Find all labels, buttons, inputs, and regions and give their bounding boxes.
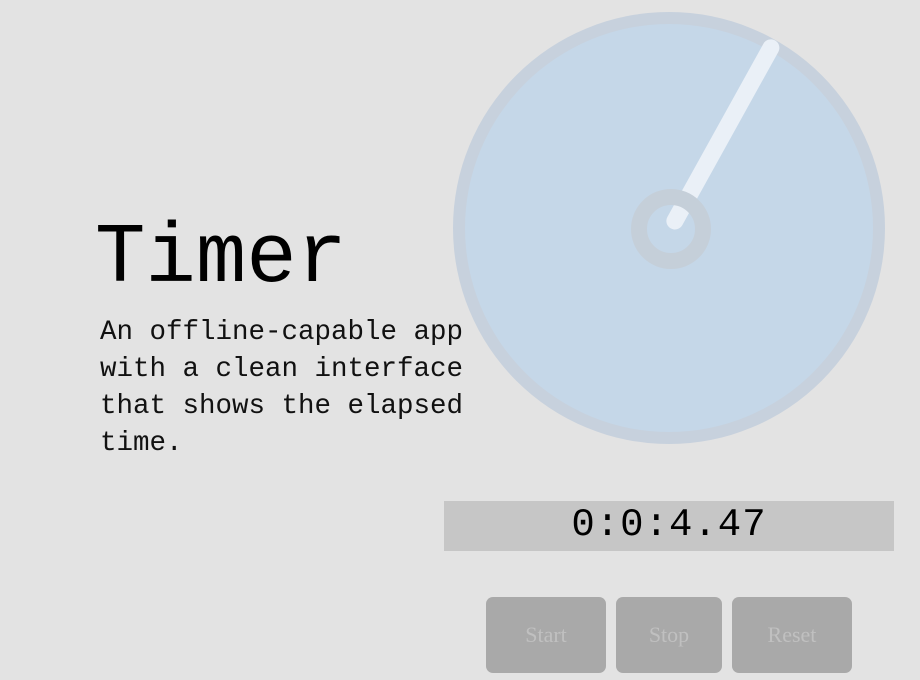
clock-dial [443, 2, 895, 454]
start-button[interactable]: Start [486, 597, 606, 673]
app-description: An offline-capable app with a clean inte… [100, 317, 464, 459]
app-title: Timer [95, 212, 348, 307]
stop-button[interactable]: Stop [616, 597, 722, 673]
dial-face [465, 24, 873, 432]
elapsed-time-display: 0:0:4.47 [444, 501, 894, 551]
reset-button[interactable]: Reset [732, 597, 852, 673]
